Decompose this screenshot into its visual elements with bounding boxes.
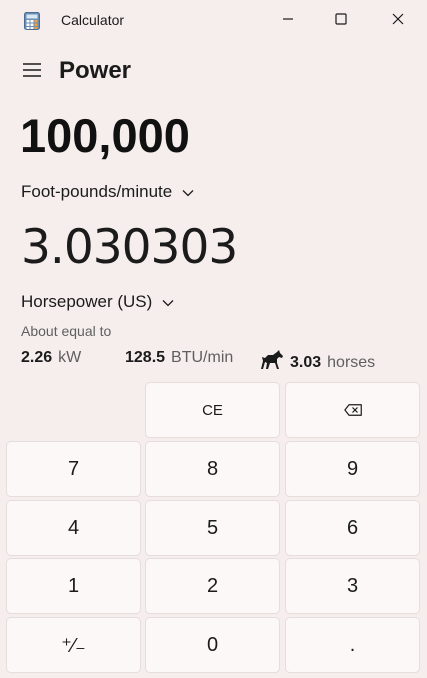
digit-label: 2 (206, 574, 219, 597)
equivalent-value: 128.5 (125, 349, 166, 366)
window-title: Calculator (61, 12, 125, 28)
digit-0-button[interactable]: 0 (146, 618, 279, 672)
digit-3-button[interactable]: 3 (286, 559, 419, 613)
decimal-label: . (349, 633, 356, 656)
negate-button[interactable]: ⁺⁄₋ (7, 618, 140, 672)
digit-6-button[interactable]: 6 (286, 501, 419, 555)
equivalent-unit: BTU/min (171, 349, 234, 366)
digit-8-button[interactable]: 8 (146, 442, 279, 496)
minimize-button[interactable] (265, 6, 311, 36)
digit-1-button[interactable]: 1 (7, 559, 140, 613)
backspace-icon (343, 399, 362, 422)
clear-entry-button[interactable]: CE (146, 383, 279, 437)
input-value[interactable]: 100,000 (20, 108, 190, 163)
horse-icon (258, 349, 284, 376)
digit-label: 4 (67, 516, 80, 539)
chevron-down-icon (182, 182, 194, 202)
digit-5-button[interactable]: 5 (146, 501, 279, 555)
close-button[interactable] (375, 6, 421, 36)
navigation-menu-button[interactable] (16, 58, 48, 86)
digit-label: 5 (206, 516, 219, 539)
decimal-button[interactable]: . (286, 618, 419, 672)
equivalents-row: 2.26 kW 128.5 BTU/min 3.03 horses (21, 349, 421, 371)
minimize-icon (282, 12, 294, 30)
title-bar: Calculator (0, 0, 427, 40)
digit-2-button[interactable]: 2 (146, 559, 279, 613)
calculator-icon (24, 12, 40, 30)
about-equal-label: About equal to (21, 323, 112, 339)
maximize-button[interactable] (318, 6, 364, 36)
from-unit-dropdown[interactable]: Foot-pounds/minute (21, 182, 194, 202)
backspace-button[interactable] (286, 383, 419, 437)
maximize-icon (335, 12, 347, 30)
digit-label: 3 (346, 574, 359, 597)
clear-entry-label: CE (202, 401, 223, 419)
digit-label: 9 (346, 457, 359, 480)
equivalent-unit: kW (58, 349, 82, 366)
negate-label: ⁺⁄₋ (61, 634, 86, 657)
digit-label: 8 (206, 457, 219, 480)
chevron-down-icon (162, 292, 174, 312)
from-unit-label: Foot-pounds/minute (21, 182, 173, 201)
to-unit-dropdown[interactable]: Horsepower (US) (21, 292, 174, 312)
digit-label: 7 (67, 457, 80, 480)
equivalent-value: 2.26 (21, 349, 53, 366)
digit-label: 1 (67, 574, 80, 597)
digit-7-button[interactable]: 7 (7, 442, 140, 496)
equivalent-horses: 3.03 horses (258, 349, 375, 376)
hamburger-icon (22, 62, 42, 83)
close-icon (392, 12, 404, 30)
to-unit-label: Horsepower (US) (21, 292, 153, 311)
equivalent-value: 3.03 (290, 353, 322, 371)
equivalent-unit: horses (327, 353, 376, 371)
digit-9-button[interactable]: 9 (286, 442, 419, 496)
digit-4-button[interactable]: 4 (7, 501, 140, 555)
digit-label: 6 (346, 516, 359, 539)
equivalent-kw: 2.26 kW (21, 349, 81, 367)
output-value[interactable]: 3.030303 (21, 220, 238, 275)
mode-title: Power (59, 57, 132, 84)
digit-label: 0 (206, 633, 219, 656)
equivalent-btu: 128.5 BTU/min (125, 349, 233, 367)
